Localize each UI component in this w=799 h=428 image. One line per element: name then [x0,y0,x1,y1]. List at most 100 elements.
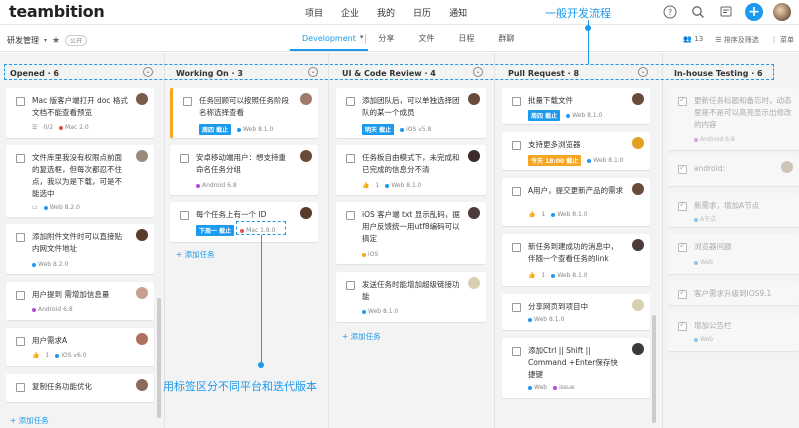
task-card[interactable]: 任务板自由模式下，未完成和已完成的信息分不清 👍 1 Web 8.1.0 [336,145,486,195]
nav-enterprise[interactable]: 企业 [341,6,359,19]
task-card[interactable]: 添加附件文件时可以直接贴内网文件地址 Web 8.2.0 [6,224,154,274]
tag-dot [196,183,200,188]
task-title: android: [694,164,725,173]
task-checkbox[interactable] [180,211,189,220]
task-card[interactable]: 增加公告栏 Web [668,313,799,351]
task-checkbox[interactable] [512,141,521,150]
nav-notifications[interactable]: 通知 [449,6,467,19]
task-card[interactable]: 添加Ctrl || Shift || Command +Enter保存快捷键 W… [502,338,650,398]
task-card[interactable]: 安卓移动端用户：想支持重命名任务分组 Android 6.8 [170,145,318,195]
task-checkbox[interactable] [183,97,192,106]
task-card[interactable]: android: [668,156,799,186]
task-checkbox[interactable] [678,200,687,211]
members-button[interactable]: 👥 13 [683,35,703,45]
task-card[interactable]: 客户需求升级到IOS9.1 [668,281,799,305]
chevron-down-icon[interactable]: ▾ [44,37,47,44]
task-card[interactable]: 更新任务标题和备忘时，动态里是不是可以高亮显示出修改的内容 Android 6.… [668,88,799,150]
task-checkbox[interactable] [678,163,687,174]
task-card[interactable]: 发送任务时能增加超级链接功能 Web 8.1.0 [336,272,486,322]
due-date-badge[interactable]: 周四 截止 [528,110,561,121]
task-checkbox[interactable] [512,347,521,356]
task-checkbox[interactable] [180,154,189,163]
task-tag: Web 8.1.0 [528,316,564,323]
task-checkbox[interactable] [512,243,521,252]
task-checkbox[interactable] [512,187,521,196]
task-card[interactable]: 用户需求A 👍 1 iOS v6.0 [6,328,154,366]
add-task-button[interactable]: + 添加任务 [10,415,49,426]
add-task-button[interactable]: + 添加任务 [342,331,381,342]
task-checkbox[interactable] [346,97,355,106]
task-title: 浏览器问题 [694,242,732,251]
task-card[interactable]: 批量下载文件 周四 截止 Web 8.1.0 [502,88,650,124]
task-title: 发送任务时能增加超级链接功能 [362,280,460,301]
task-card[interactable]: A用户，提交更新产品的需求 👍 1 Web 8.1.0 [502,178,650,226]
task-tag-2: issue [553,384,575,391]
task-card[interactable]: 添加团队后，可以单独选择团队的某一个成员 明天 截止 iOS v5.8 [336,88,486,138]
star-icon[interactable]: ★ [52,36,60,46]
tab-share[interactable]: 分享 [366,33,406,51]
message-icon[interactable] [717,3,735,21]
task-checkbox[interactable] [678,95,687,106]
task-checkbox[interactable] [346,211,355,220]
task-card[interactable]: 文件库里我没有权限点前面的复选框，但每次都忍不住点，我以为是下载，可是不能选中 … [6,145,154,217]
task-checkbox[interactable] [678,288,687,299]
task-card[interactable]: iOS 客户端 txt 显示乱码，据用户反馈统一用utf8编码可以搞定 iOS [336,202,486,264]
like-count: 1 [45,352,50,359]
task-title: 分享网页到项目中 [528,302,588,311]
tab-files[interactable]: 文件 [406,33,446,51]
task-card[interactable]: 浏览器问题 Web [668,234,799,274]
task-card[interactable]: Mac 版客户端打开 doc 格式文档不能查看预览 ☰ 0/2 Mac 2.0 [6,88,154,138]
due-date-badge[interactable]: 明天 截止 [362,124,395,135]
workflow-highlight [4,64,774,80]
task-card[interactable]: 复制任务功能优化 [6,374,154,402]
create-plus-icon[interactable]: + [745,3,763,21]
menu-button[interactable]: ⋮ 菜单 [771,35,794,45]
task-card[interactable]: 新需求，增加A节点 A节点 [668,193,799,227]
tab-chat[interactable]: 群聊 [486,33,526,51]
due-date-badge[interactable]: 下周一 截止 [196,225,235,236]
task-checkbox[interactable] [16,337,25,346]
due-date-badge[interactable]: 今天 18:00 截止 [528,155,582,166]
tag-label: Web 8.1.0 [557,211,588,218]
task-card[interactable]: 用户提到 需增加信息量 Android 6.8 [6,282,154,320]
add-task-button[interactable]: + 添加任务 [176,249,215,260]
user-avatar[interactable] [773,3,791,21]
sort-filter-button[interactable]: ☰ 排序及筛选 [715,35,759,45]
tag-dot [237,127,242,132]
task-checkbox[interactable] [678,320,687,331]
help-icon[interactable]: ? [661,3,679,21]
task-tag: Mac 2.0 [59,124,89,131]
task-title: iOS 客户端 txt 显示乱码，据用户反馈统一用utf8编码可以搞定 [362,210,460,243]
task-checkbox[interactable] [16,154,25,163]
nav-calendar[interactable]: 日历 [413,6,431,19]
due-date-badge[interactable]: 周四 截止 [199,124,232,135]
task-card[interactable]: 新任务到建成功的消息中，伴随一个查看任务的link 👍 1 Web 8.1.0 [502,234,650,286]
task-checkbox[interactable] [512,97,521,106]
task-checkbox[interactable] [16,383,25,392]
task-checkbox[interactable] [346,154,355,163]
task-meta: 周四 截止 Web 8.1.0 [528,110,602,121]
task-tag: Web [528,384,547,391]
scrollbar[interactable] [157,298,161,418]
task-checkbox[interactable] [16,97,25,106]
task-checkbox[interactable] [16,233,25,242]
app-logo[interactable]: teambition [9,2,105,21]
scrollbar[interactable] [652,315,656,423]
avatar [632,299,644,311]
tab-schedule[interactable]: 日程 [446,33,486,51]
task-checkbox[interactable] [512,303,521,312]
task-card[interactable]: 分享网页到项目中 Web 8.1.0 [502,294,650,330]
task-checkbox[interactable] [16,291,25,300]
project-name[interactable]: 研发管理 [7,35,39,46]
task-title: 任务回顾可以按照任务阶段名称选择查看 [199,96,289,117]
search-icon[interactable] [689,3,707,21]
avatar [632,343,644,355]
nav-projects[interactable]: 项目 [305,6,323,19]
tab-development[interactable]: Development [290,33,368,51]
task-card[interactable]: 支持更多浏览器 今天 18:00 截止 Web 8.1.0 [502,132,650,170]
task-checkbox[interactable] [678,241,687,252]
like-count: 1 [375,182,380,189]
task-checkbox[interactable] [346,281,355,290]
task-card[interactable]: 任务回顾可以按照任务阶段名称选择查看 周四 截止 Web 8.1.0 [170,88,318,138]
nav-mine[interactable]: 我的 [377,6,395,19]
